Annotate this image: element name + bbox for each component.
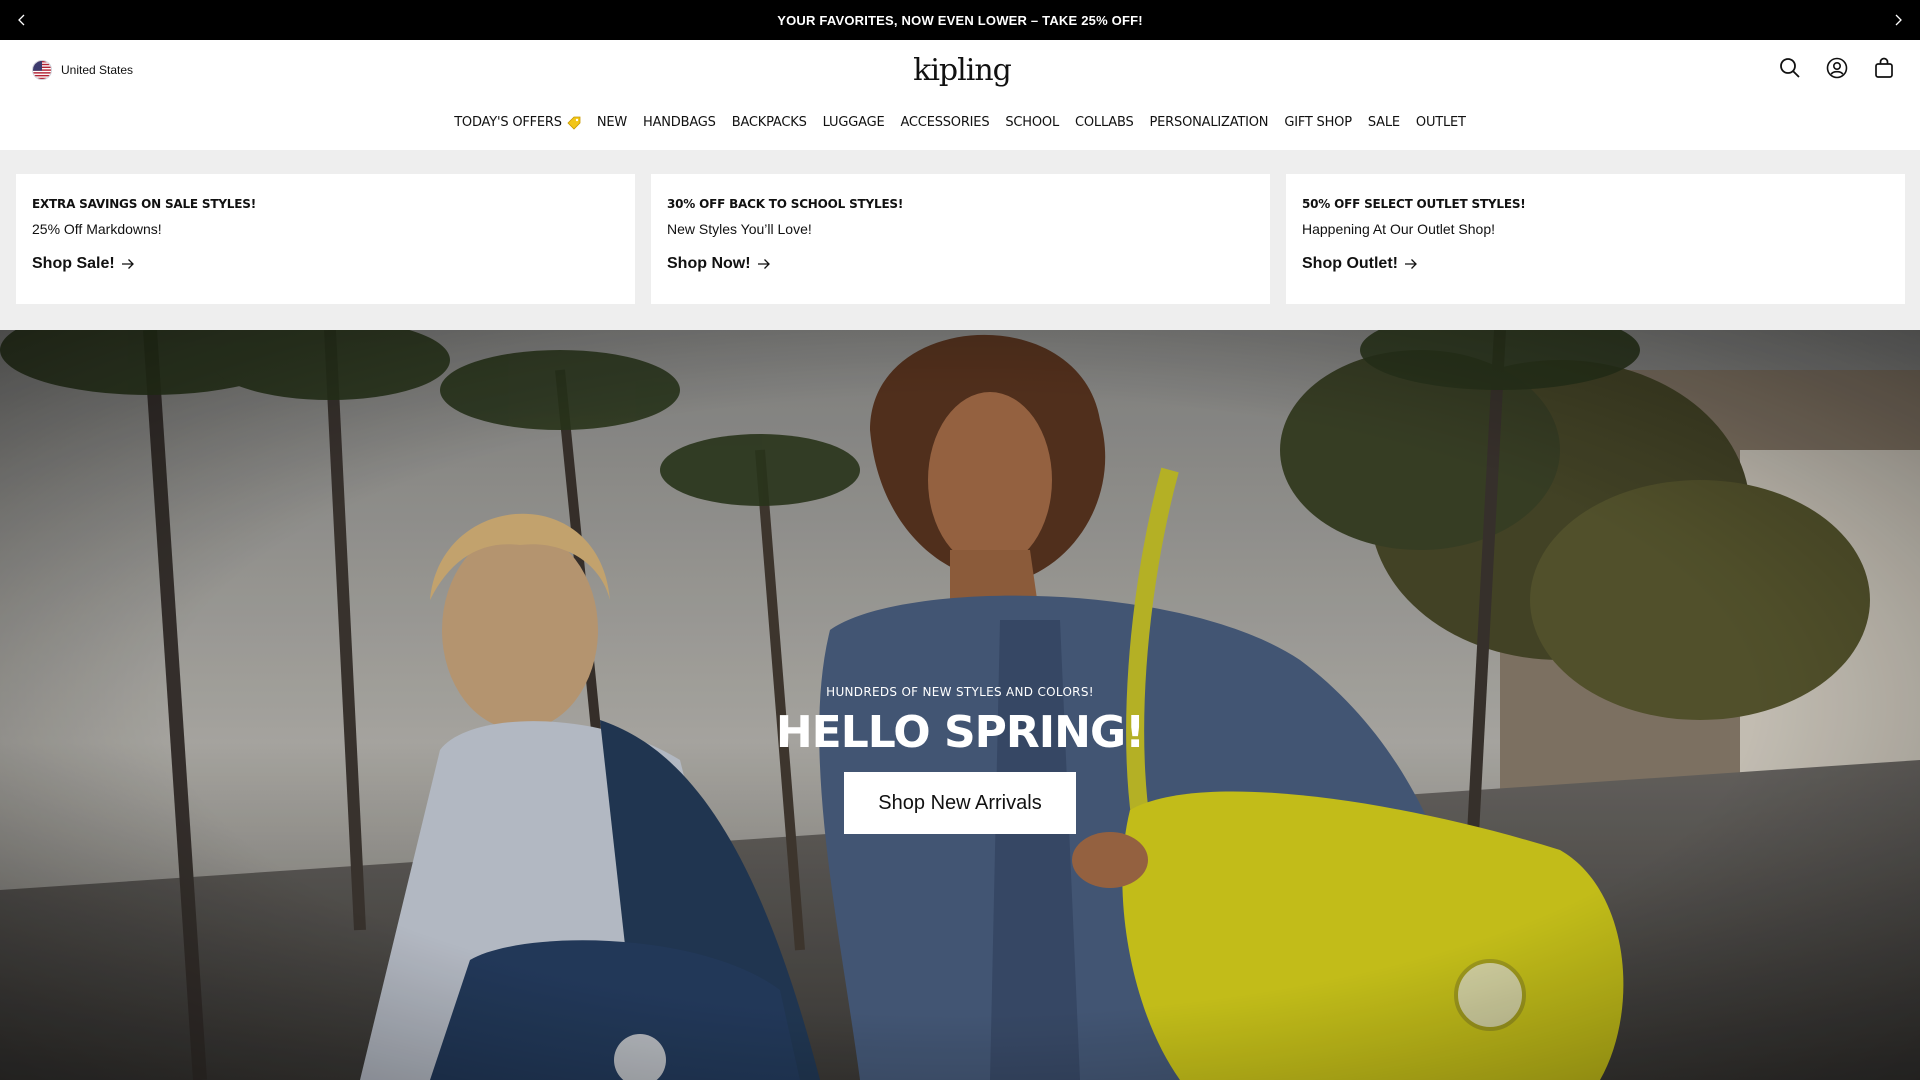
nav-item-new[interactable]: NEW <box>597 115 627 130</box>
shop-sale-link[interactable]: Shop Sale! <box>32 255 135 273</box>
price-tag-icon <box>567 116 581 130</box>
arrow-right-icon <box>757 259 770 269</box>
site-header: United States kipling TODAY'S OFFERS NEW… <box>0 40 1920 150</box>
us-flag-icon <box>32 60 52 80</box>
promo-strip: EXTRA SAVINGS ON SALE STYLES! 25% Off Ma… <box>0 150 1920 330</box>
shop-now-link[interactable]: Shop Now! <box>667 255 771 273</box>
promo-subtitle: New Styles You’ll Love! <box>667 221 812 237</box>
header-actions <box>1778 56 1896 80</box>
hero-banner[interactable]: HUNDREDS OF NEW STYLES AND COLORS! HELLO… <box>0 330 1920 1080</box>
nav-item-school[interactable]: SCHOOL <box>1005 115 1059 130</box>
nav-item-label: LUGGAGE <box>822 115 885 130</box>
locale-selector[interactable]: United States <box>32 60 133 80</box>
announcement-text[interactable]: YOUR FAVORITES, NOW EVEN LOWER – TAKE 25… <box>777 13 1143 28</box>
nav-item-accessories[interactable]: ACCESSORIES <box>900 115 989 130</box>
hero-eyebrow: HUNDREDS OF NEW STYLES AND COLORS! <box>826 685 1094 699</box>
promo-subtitle: 25% Off Markdowns! <box>32 221 162 237</box>
promo-link-label: Shop Sale! <box>32 255 115 272</box>
shop-new-arrivals-button[interactable]: Shop New Arrivals <box>844 772 1076 834</box>
main-navigation: TODAY'S OFFERS NEW HANDBAGS BACKPACKS LU… <box>0 115 1920 130</box>
nav-item-label: OUTLET <box>1415 115 1466 130</box>
promo-link-label: Shop Outlet! <box>1302 255 1398 272</box>
chevron-right-icon <box>1895 14 1902 26</box>
promo-subtitle: Happening At Our Outlet Shop! <box>1302 221 1496 237</box>
locale-label: United States <box>61 63 134 77</box>
nav-item-backpacks[interactable]: BACKPACKS <box>732 115 807 130</box>
nav-item-luggage[interactable]: LUGGAGE <box>823 115 885 130</box>
search-button[interactable] <box>1778 56 1802 80</box>
nav-item-label: TODAY'S OFFERS <box>454 115 562 130</box>
shop-outlet-link[interactable]: Shop Outlet! <box>1302 255 1418 273</box>
nav-item-label: GIFT SHOP <box>1284 115 1352 130</box>
nav-item-personalization[interactable]: PERSONALIZATION <box>1150 115 1269 130</box>
promo-card-school[interactable]: 30% OFF BACK TO SCHOOL STYLES! New Style… <box>651 174 1270 304</box>
nav-item-label: BACKPACKS <box>731 115 807 130</box>
nav-item-handbags[interactable]: HANDBAGS <box>643 115 716 130</box>
nav-item-gift-shop[interactable]: GIFT SHOP <box>1284 115 1352 130</box>
nav-item-sale[interactable]: SALE <box>1368 115 1400 130</box>
nav-item-label: PERSONALIZATION <box>1149 115 1269 130</box>
announcement-next-button[interactable] <box>1878 0 1918 40</box>
kipling-logo[interactable]: kipling <box>913 50 1012 90</box>
logo-text: kipling <box>913 52 1012 88</box>
nav-item-collabs[interactable]: COLLABS <box>1075 115 1134 130</box>
account-button[interactable] <box>1825 56 1849 80</box>
promo-link-label: Shop Now! <box>667 255 751 272</box>
nav-item-label: SALE <box>1367 115 1400 130</box>
promo-card-outlet[interactable]: 50% OFF SELECT OUTLET STYLES! Happening … <box>1286 174 1905 304</box>
search-icon <box>1780 58 1800 78</box>
arrow-right-icon <box>121 259 134 269</box>
announcement-bar: YOUR FAVORITES, NOW EVEN LOWER – TAKE 25… <box>0 0 1920 40</box>
hero-title: HELLO SPRING! <box>775 707 1145 758</box>
bag-icon <box>1875 57 1893 78</box>
promo-title: 30% OFF BACK TO SCHOOL STYLES! <box>667 197 904 211</box>
promo-title: 50% OFF SELECT OUTLET STYLES! <box>1302 197 1526 211</box>
chevron-left-icon <box>18 14 25 26</box>
nav-item-label: HANDBAGS <box>643 115 716 130</box>
announcement-prev-button[interactable] <box>2 0 42 40</box>
nav-item-label: NEW <box>596 115 628 130</box>
arrow-right-icon <box>1404 259 1417 269</box>
bag-button[interactable] <box>1872 56 1896 80</box>
hero-content: HUNDREDS OF NEW STYLES AND COLORS! HELLO… <box>0 685 1920 834</box>
promo-card-sale[interactable]: EXTRA SAVINGS ON SALE STYLES! 25% Off Ma… <box>16 174 635 304</box>
nav-item-label: ACCESSORIES <box>900 115 990 130</box>
promo-title: EXTRA SAVINGS ON SALE STYLES! <box>32 197 256 211</box>
nav-item-outlet[interactable]: OUTLET <box>1416 115 1466 130</box>
account-icon <box>1826 57 1848 79</box>
nav-item-label: COLLABS <box>1075 115 1134 130</box>
nav-item-todays-offers[interactable]: TODAY'S OFFERS <box>454 115 581 130</box>
nav-item-label: SCHOOL <box>1005 115 1059 130</box>
